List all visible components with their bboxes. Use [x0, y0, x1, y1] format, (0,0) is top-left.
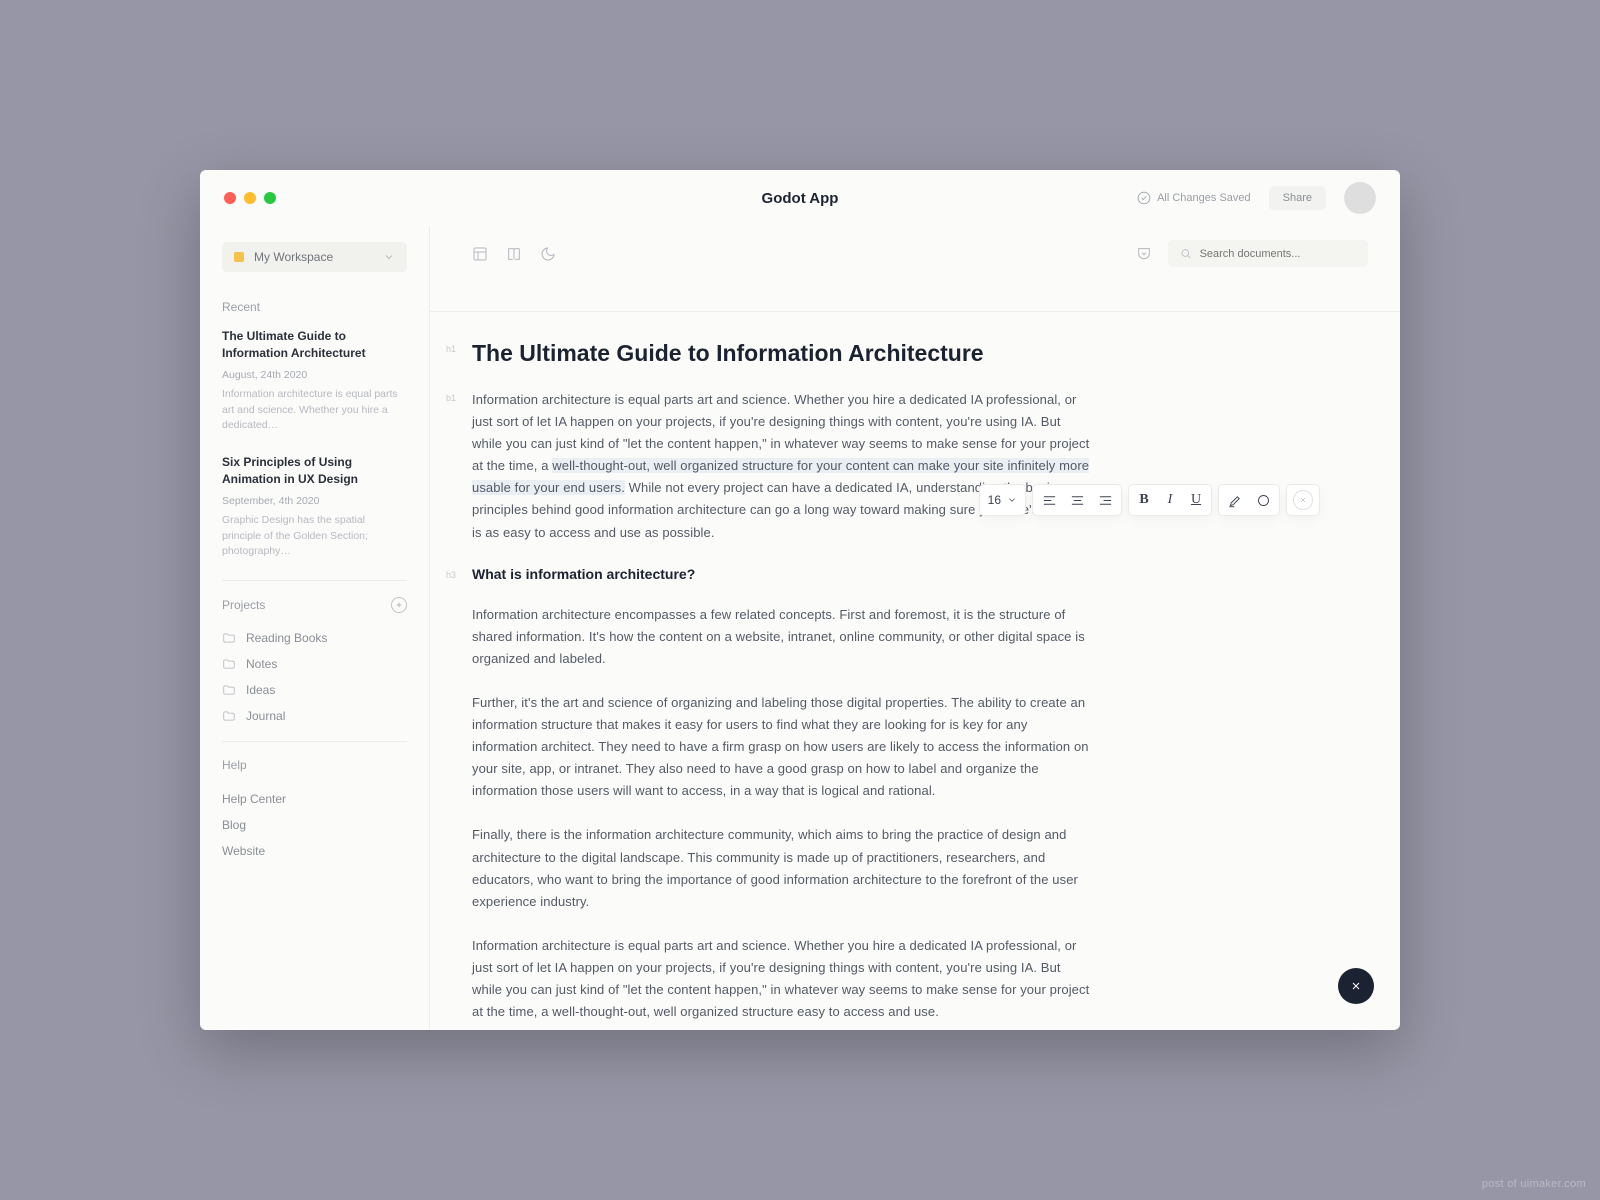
watermark: post of uimaker.com — [1482, 1178, 1586, 1190]
traffic-lights — [224, 192, 276, 204]
save-status-label: All Changes Saved — [1157, 192, 1251, 204]
titlebar: Godot App All Changes Saved Share — [200, 170, 1400, 226]
titlebar-right: All Changes Saved Share — [1137, 182, 1376, 214]
document-paragraph[interactable]: Finally, there is the information archit… — [472, 824, 1092, 912]
help-list: Help Center Blog Website — [222, 786, 407, 864]
search-icon — [1180, 247, 1192, 260]
font-size-select[interactable]: 16 — [979, 484, 1026, 516]
recent-item-date: September, 4th 2020 — [222, 495, 407, 507]
avatar[interactable] — [1344, 182, 1376, 214]
document-subheading[interactable]: What is information architecture? — [472, 566, 1092, 582]
align-right-button[interactable] — [1095, 490, 1115, 510]
chevron-down-icon — [383, 251, 395, 263]
align-left-button[interactable] — [1039, 490, 1059, 510]
project-item[interactable]: Journal — [222, 703, 407, 729]
editor: h1 The Ultimate Guide to Information Arc… — [430, 226, 1400, 1030]
block-tag: h1 — [446, 344, 456, 354]
plus-icon — [395, 601, 403, 609]
app-window: Godot App All Changes Saved Share My Wor… — [200, 170, 1400, 1030]
block-tag: h3 — [446, 570, 456, 580]
align-center-button[interactable] — [1067, 490, 1087, 510]
align-group — [1032, 484, 1122, 516]
sidebar-divider — [222, 580, 407, 581]
project-label: Notes — [246, 657, 277, 671]
share-button[interactable]: Share — [1269, 186, 1326, 210]
recent-item[interactable]: Six Principles of Using Animation in UX … — [222, 454, 407, 560]
project-item[interactable]: Ideas — [222, 677, 407, 703]
help-link[interactable]: Blog — [222, 812, 407, 838]
close-icon — [1299, 496, 1307, 504]
save-status: All Changes Saved — [1137, 191, 1251, 205]
underline-button[interactable]: U — [1187, 490, 1205, 510]
editor-toolbar — [472, 240, 1368, 283]
folder-icon — [222, 657, 236, 671]
workspace-icon — [234, 252, 244, 262]
project-label: Reading Books — [246, 631, 327, 645]
help-link[interactable]: Help Center — [222, 786, 407, 812]
recent-item-title: The Ultimate Guide to Information Archit… — [222, 328, 407, 363]
project-item[interactable]: Reading Books — [222, 625, 407, 651]
folder-icon — [222, 709, 236, 723]
layout-icon[interactable] — [472, 246, 488, 262]
block-tag: b1 — [446, 393, 456, 403]
help-heading: Help — [222, 758, 407, 772]
close-group — [1286, 484, 1320, 516]
search-input[interactable] — [1200, 248, 1356, 260]
style-group: B I U — [1128, 484, 1212, 516]
book-icon[interactable] — [506, 246, 522, 262]
format-toolbar: 16 B I U — [979, 484, 1320, 516]
document-paragraph[interactable]: Information architecture is equal parts … — [472, 389, 1092, 544]
folder-icon — [222, 631, 236, 645]
editor-toolbar-divider — [430, 311, 1400, 312]
pen-icon — [1228, 493, 1243, 508]
document-paragraph[interactable]: Information architecture is equal parts … — [472, 935, 1092, 1023]
recent-item-title: Six Principles of Using Animation in UX … — [222, 454, 407, 489]
recent-item[interactable]: The Ultimate Guide to Information Archit… — [222, 328, 407, 434]
recent-item-date: August, 24th 2020 — [222, 369, 407, 381]
sidebar-divider — [222, 741, 407, 742]
app-title: Godot App — [762, 190, 839, 207]
align-left-icon — [1042, 493, 1057, 508]
chevron-down-icon — [1007, 495, 1017, 505]
document-paragraph[interactable]: Further, it's the art and science of org… — [472, 692, 1092, 802]
document-paragraph[interactable]: Information architecture encompasses a f… — [472, 604, 1092, 670]
moon-icon[interactable] — [540, 246, 556, 262]
project-label: Ideas — [246, 683, 275, 697]
pocket-icon[interactable] — [1136, 246, 1152, 262]
tools-group — [1218, 484, 1280, 516]
italic-button[interactable]: I — [1161, 490, 1179, 510]
add-project-button[interactable] — [391, 597, 407, 613]
circle-icon — [1256, 493, 1271, 508]
check-circle-icon — [1137, 191, 1151, 205]
highlight-button[interactable] — [1225, 490, 1245, 510]
folder-icon — [222, 683, 236, 697]
workspace-label: My Workspace — [254, 250, 333, 264]
search-box[interactable] — [1168, 240, 1368, 267]
document-title[interactable]: The Ultimate Guide to Information Archit… — [472, 340, 1092, 367]
close-window-icon[interactable] — [224, 192, 236, 204]
font-size-value: 16 — [988, 493, 1001, 507]
close-fab-button[interactable] — [1338, 968, 1374, 1004]
maximize-window-icon[interactable] — [264, 192, 276, 204]
recent-item-snippet: Information architecture is equal parts … — [222, 387, 407, 434]
projects-list: Reading Books Notes Ideas Journal — [222, 625, 407, 729]
project-item[interactable]: Notes — [222, 651, 407, 677]
close-toolbar-button[interactable] — [1293, 490, 1313, 510]
sidebar: My Workspace Recent The Ultimate Guide t… — [200, 226, 430, 1030]
align-right-icon — [1098, 493, 1113, 508]
recent-heading: Recent — [222, 300, 407, 314]
workspace-selector[interactable]: My Workspace — [222, 242, 407, 272]
minimize-window-icon[interactable] — [244, 192, 256, 204]
align-center-icon — [1070, 493, 1085, 508]
close-icon — [1350, 980, 1362, 992]
projects-heading: Projects — [222, 598, 265, 612]
color-button[interactable] — [1253, 490, 1273, 510]
recent-item-snippet: Graphic Design has the spatial principle… — [222, 513, 407, 560]
bold-button[interactable]: B — [1135, 490, 1153, 510]
help-link[interactable]: Website — [222, 838, 407, 864]
project-label: Journal — [246, 709, 285, 723]
